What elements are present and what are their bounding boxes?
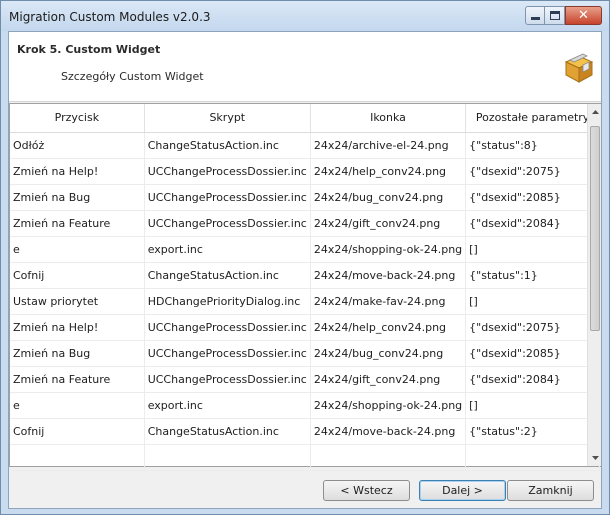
- table-cell: 24x24/gift_conv24.png: [310, 366, 467, 393]
- table-header-row: Przycisk Skrypt Ikonka Pozostałe paramet…: [10, 104, 600, 133]
- step-title: Krok 5. Custom Widget: [17, 43, 161, 56]
- table-cell: Zmień na Bug: [10, 340, 145, 367]
- table-row[interactable]: Zmień na Help! UCChangeProcessDossier.inc…: [10, 314, 600, 341]
- package-box-icon: [564, 53, 594, 83]
- back-button[interactable]: < Wstecz: [323, 480, 410, 501]
- wizard-window: Migration Custom Modules v2.0.3 ✕ Krok 5…: [0, 0, 610, 515]
- table-cell: Cofnij: [10, 262, 145, 289]
- table-cell: [465, 444, 600, 471]
- table-cell: UCChangeProcessDossier.inc: [144, 210, 311, 237]
- table-cell: UCChangeProcessDossier.inc: [144, 366, 311, 393]
- table-cell: UCChangeProcessDossier.inc: [144, 158, 311, 185]
- table-cell: 24x24/shopping-ok-24.png: [310, 236, 467, 263]
- table-cell: Zmień na Bug: [10, 184, 145, 211]
- table-row[interactable]: Zmień na Bug UCChangeProcessDossier.inc 24…: [10, 340, 600, 367]
- table-cell: Ustaw priorytet: [10, 288, 145, 315]
- scroll-up-arrow[interactable]: [588, 104, 602, 120]
- minimize-button[interactable]: [525, 6, 545, 25]
- table-cell: export.inc: [144, 392, 311, 419]
- column-header[interactable]: Ikonka: [310, 104, 467, 133]
- table-cell: 24x24/shopping-ok-24.png: [310, 392, 467, 419]
- wizard-client-area: Krok 5. Custom Widget Szczegóły Custom W…: [8, 31, 602, 509]
- table-cell: Zmień na Feature: [10, 210, 145, 237]
- table-cell: Odłóż: [10, 132, 145, 159]
- window-title: Migration Custom Modules v2.0.3: [9, 10, 211, 24]
- close-window-button[interactable]: ✕: [565, 6, 602, 25]
- table-row[interactable]: Cofnij ChangeStatusAction.inc 24x24/move-b…: [10, 418, 600, 445]
- table-cell: {"dsexid":2085}: [465, 340, 600, 367]
- maximize-icon: [549, 11, 560, 20]
- table-row[interactable]: [10, 444, 600, 471]
- table-cell: 24x24/help_conv24.png: [310, 158, 467, 185]
- table-cell: ChangeStatusAction.inc: [144, 132, 311, 159]
- scroll-down-arrow[interactable]: [588, 450, 602, 466]
- table-cell: export.inc: [144, 236, 311, 263]
- table-cell: {"status":2}: [465, 418, 600, 445]
- close-icon: ✕: [578, 8, 589, 23]
- table-cell: Zmień na Help!: [10, 158, 145, 185]
- column-header[interactable]: Pozostałe parametry: [465, 104, 600, 133]
- chevron-down-icon: [591, 456, 599, 460]
- column-header[interactable]: Przycisk: [10, 104, 145, 133]
- button-bar: < Wstecz Dalej > Zamknij: [9, 468, 601, 508]
- table-cell: HDChangePriorityDialog.inc: [144, 288, 311, 315]
- table-row[interactable]: Zmień na Feature UCChangeProcessDossier.i…: [10, 366, 600, 393]
- table-cell: 24x24/archive-el-24.png: [310, 132, 467, 159]
- scrollbar-thumb[interactable]: [590, 126, 600, 331]
- table-cell: e: [10, 392, 145, 419]
- table-cell: Zmień na Help!: [10, 314, 145, 341]
- table-cell: 24x24/bug_conv24.png: [310, 184, 467, 211]
- table-cell: []: [465, 236, 600, 263]
- table-cell: Cofnij: [10, 418, 145, 445]
- table-row[interactable]: e export.inc 24x24/shopping-ok-24.png[]: [10, 392, 600, 419]
- vertical-scrollbar[interactable]: [587, 104, 601, 466]
- widget-grid: Przycisk Skrypt Ikonka Pozostałe paramet…: [10, 104, 600, 471]
- table-cell: [310, 444, 467, 471]
- column-header[interactable]: Skrypt: [144, 104, 311, 133]
- table-cell: [10, 444, 145, 471]
- table-cell: {"status":1}: [465, 262, 600, 289]
- table-cell: {"dsexid":2084}: [465, 366, 600, 393]
- table-cell: 24x24/gift_conv24.png: [310, 210, 467, 237]
- table-cell: 24x24/bug_conv24.png: [310, 340, 467, 367]
- table-cell: UCChangeProcessDossier.inc: [144, 340, 311, 367]
- table-row[interactable]: Cofnij ChangeStatusAction.inc 24x24/move-b…: [10, 262, 600, 289]
- table-cell: UCChangeProcessDossier.inc: [144, 184, 311, 211]
- table-cell: {"dsexid":2075}: [465, 158, 600, 185]
- table-cell: 24x24/make-fav-24.png: [310, 288, 467, 315]
- table-cell: {"dsexid":2085}: [465, 184, 600, 211]
- widget-table[interactable]: Przycisk Skrypt Ikonka Pozostałe paramet…: [9, 103, 601, 471]
- table-cell: []: [465, 392, 600, 419]
- next-button[interactable]: Dalej >: [419, 480, 506, 501]
- table-cell: UCChangeProcessDossier.inc: [144, 314, 311, 341]
- table-cell: Zmień na Feature: [10, 366, 145, 393]
- table-cell: {"dsexid":2075}: [465, 314, 600, 341]
- table-cell: 24x24/move-back-24.png: [310, 418, 467, 445]
- table-cell: 24x24/move-back-24.png: [310, 262, 467, 289]
- table-cell: e: [10, 236, 145, 263]
- table-cell: ChangeStatusAction.inc: [144, 262, 311, 289]
- close-button[interactable]: Zamknij: [507, 480, 594, 501]
- table-row[interactable]: Zmień na Bug UCChangeProcessDossier.inc 24…: [10, 184, 600, 211]
- table-body: Odłóż ChangeStatusAction.inc 24x24/archive…: [10, 132, 600, 471]
- step-subtitle: Szczegóły Custom Widget: [61, 70, 204, 83]
- table-cell: {"dsexid":2084}: [465, 210, 600, 237]
- chevron-up-icon: [591, 110, 599, 114]
- table-row[interactable]: Zmień na Feature UCChangeProcessDossier.i…: [10, 210, 600, 237]
- wizard-header: Krok 5. Custom Widget Szczegóły Custom W…: [9, 32, 601, 102]
- table-cell: 24x24/help_conv24.png: [310, 314, 467, 341]
- table-cell: ChangeStatusAction.inc: [144, 418, 311, 445]
- table-row[interactable]: e export.inc 24x24/shopping-ok-24.png[]: [10, 236, 600, 263]
- table-row[interactable]: Odłóż ChangeStatusAction.inc 24x24/archive…: [10, 132, 600, 159]
- table-cell: {"status":8}: [465, 132, 600, 159]
- minimize-icon: [530, 17, 540, 20]
- title-bar[interactable]: Migration Custom Modules v2.0.3 ✕: [1, 1, 609, 31]
- table-row[interactable]: Zmień na Help! UCChangeProcessDossier.inc…: [10, 158, 600, 185]
- maximize-button[interactable]: [545, 6, 565, 25]
- table-cell: []: [465, 288, 600, 315]
- table-cell: [144, 444, 311, 471]
- table-row[interactable]: Ustaw priorytet HDChangePriorityDialog.in…: [10, 288, 600, 315]
